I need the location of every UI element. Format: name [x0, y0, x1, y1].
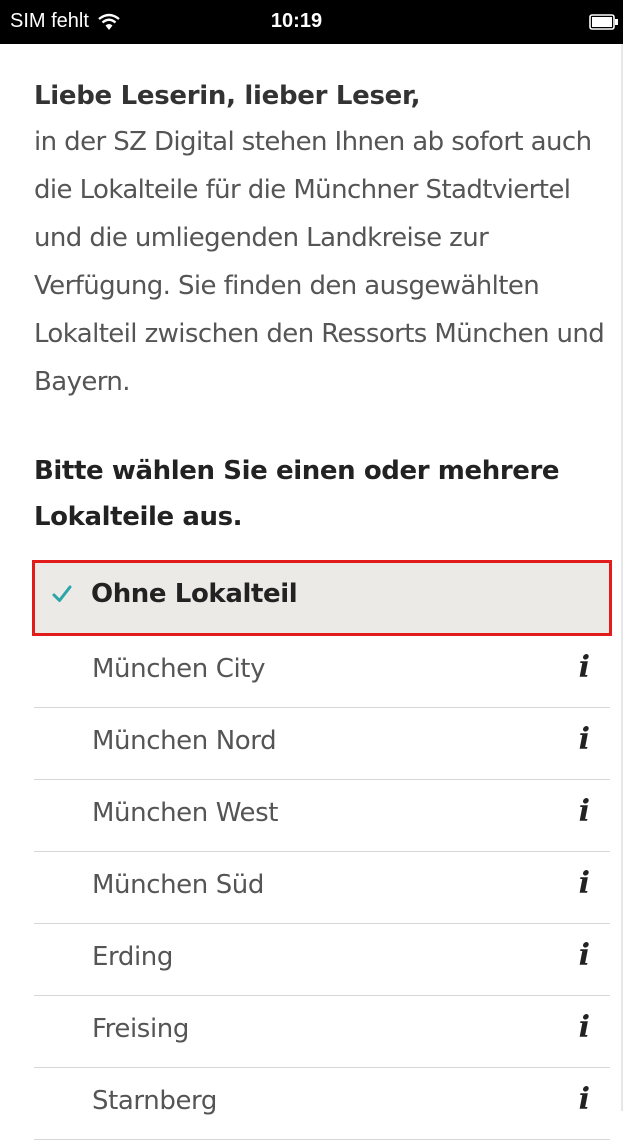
option-muenchen-west[interactable]: München West i: [34, 780, 610, 852]
option-label: Starnberg: [92, 1086, 217, 1116]
option-label: Freising: [92, 1014, 189, 1044]
greeting-heading: Liebe Leserin, lieber Leser,: [34, 81, 421, 111]
option-label: München Süd: [92, 870, 264, 900]
option-erding[interactable]: Erding i: [34, 924, 610, 996]
info-icon[interactable]: i: [579, 938, 590, 973]
info-icon[interactable]: i: [579, 1082, 590, 1117]
status-time: 10:19: [270, 10, 323, 32]
option-ohne-lokalteil[interactable]: Ohne Lokalteil: [32, 560, 612, 636]
option-muenchen-sued[interactable]: München Süd i: [34, 852, 610, 924]
option-label: Erding: [92, 942, 173, 972]
checkmark-icon: [51, 583, 73, 605]
option-muenchen-city[interactable]: München City i: [34, 636, 610, 708]
option-muenchen-nord[interactable]: München Nord i: [34, 708, 610, 780]
intro-text: in der SZ Digital stehen Ihnen ab sofort…: [34, 127, 605, 397]
option-starnberg[interactable]: Starnberg i: [34, 1068, 610, 1140]
info-icon[interactable]: i: [579, 722, 590, 757]
battery-icon: [589, 13, 619, 30]
option-label: Ohne Lokalteil: [91, 579, 298, 609]
info-icon[interactable]: i: [579, 794, 590, 829]
status-bar: SIM fehlt 10:19: [0, 0, 623, 44]
selection-prompt: Bitte wählen Sie einen oder mehrere Loka…: [34, 456, 560, 532]
info-icon[interactable]: i: [579, 650, 590, 685]
info-icon[interactable]: i: [579, 1010, 590, 1045]
option-freising[interactable]: Freising i: [34, 996, 610, 1068]
region-list: Ohne Lokalteil München City i München No…: [32, 560, 612, 1140]
option-label: München Nord: [92, 726, 277, 756]
option-label: München West: [92, 798, 279, 828]
intro-section: Liebe Leserin, lieber Leser, in der SZ D…: [34, 74, 609, 406]
option-label: München City: [92, 654, 266, 684]
info-icon[interactable]: i: [579, 866, 590, 901]
